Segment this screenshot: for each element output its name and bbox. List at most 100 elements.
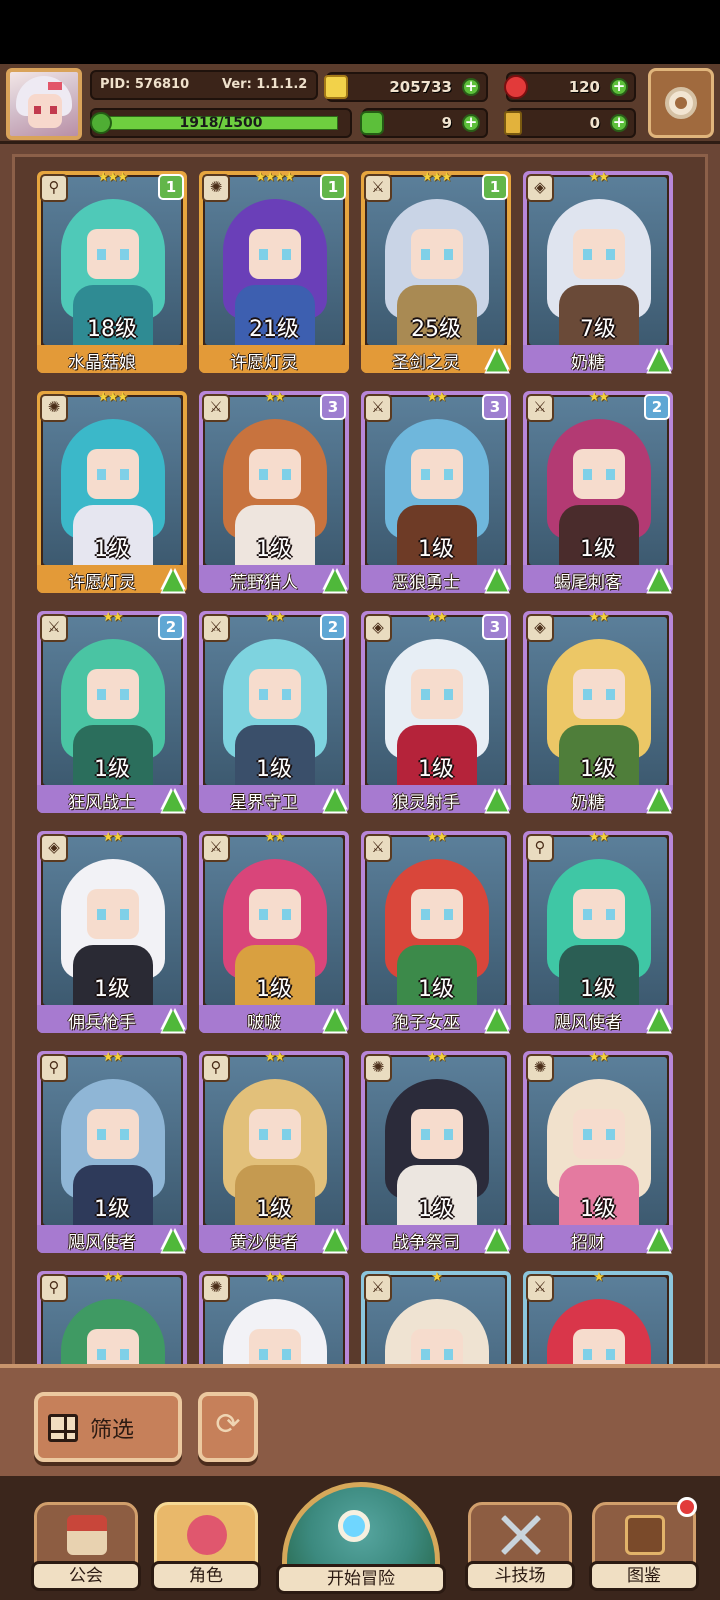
hero-name: 星界守卫	[230, 793, 298, 813]
add-gold-button[interactable]: +	[462, 78, 480, 96]
star-rating: ★	[593, 1270, 605, 1285]
hero-card[interactable]: ✺ ★★ 1级 战争祭司 ▲	[361, 1050, 511, 1253]
hero-name: 招财	[571, 1233, 605, 1253]
status-bar	[0, 0, 720, 64]
hero-card[interactable]: ⚔ ★★★ 1 25级 圣剑之灵 ▲	[361, 170, 511, 375]
upgrade-arrow-icon: ▲	[648, 562, 670, 595]
upgrade-arrow-icon: ▲	[648, 342, 670, 375]
player-id: PID: 576810	[100, 77, 190, 92]
clover-counter: 9 +	[360, 108, 488, 138]
hero-card[interactable]: ⚲ ★★ 1级 飓风使者 ▲	[523, 830, 673, 1033]
hero-card[interactable]: ⚔ ★★ 1级 啵啵 ▲	[199, 830, 349, 1035]
filter-bar: 筛选 ⟳	[0, 1364, 720, 1476]
hero-card[interactable]: ⚔ ★★ 2 1级 星界守卫 ▲	[199, 610, 349, 813]
nav-codex[interactable]: 图鉴	[589, 1497, 699, 1591]
upgrade-arrow-icon: ▲	[648, 1222, 670, 1255]
hero-card[interactable]: ⚔ ★★ 2 1级 狂风战士 ▲	[37, 610, 187, 815]
hero-card[interactable]: ◈ ★★ 1级 奶糖 ▲	[523, 610, 673, 815]
hero-name: 圣剑之灵	[392, 353, 460, 373]
hero-card[interactable]: ◈ ★★ 1级 佣兵枪手 ▲	[37, 830, 187, 1033]
add-key-button[interactable]: +	[610, 114, 628, 132]
settings-button[interactable]	[648, 68, 714, 138]
hero-level: 1级	[418, 757, 454, 782]
star-rating: ★★	[102, 1050, 123, 1065]
hero-level: 21级	[249, 317, 299, 342]
hero-card[interactable]: ⚲ ★★★ 1 18级 水晶菇娘	[37, 170, 187, 373]
hero-name: 蝎尾刺客	[554, 573, 622, 593]
game-version: Ver: 1.1.1.2	[222, 77, 308, 92]
hero-card[interactable]: ⚔ ★★ 3 1级 恶狼勇士 ▲	[361, 390, 511, 593]
hero-card[interactable]: ⚲ ★★	[37, 1270, 187, 1374]
refresh-button[interactable]: ⟳	[198, 1392, 258, 1462]
hero-grid-scroll[interactable]: ⚲ ★★★ 1 18级 水晶菇娘 ✺ ★★★★ 1 21级 许愿灯灵 ⚔ ★★★ 1 25级 圣剑之灵 ▲ ◈ ★…	[12, 154, 708, 1374]
rank-badge: 2	[158, 614, 184, 640]
hero-name: 飓风使者	[68, 1233, 136, 1253]
refresh-icon: ⟳	[215, 1407, 241, 1442]
hero-name: 恶狼勇士	[392, 573, 460, 593]
hero-level: 1级	[418, 1197, 454, 1222]
hero-card[interactable]: ⚲ ★★ 1级 黄沙使者 ▲	[199, 1050, 349, 1253]
hero-card[interactable]: ⚔ ★★ 3 1级 荒野猎人 ▲	[199, 390, 349, 593]
hero-level: 1级	[94, 1197, 130, 1222]
hero-card[interactable]: ✺ ★★	[199, 1270, 349, 1374]
add-clover-button[interactable]: +	[462, 114, 480, 132]
hero-card[interactable]: ⚲ ★★ 1级 飓风使者 ▲	[37, 1050, 187, 1255]
upgrade-arrow-icon: ▲	[324, 1002, 346, 1035]
hero-level: 1级	[94, 537, 130, 562]
nav-start-adventure[interactable]: 开始冒险	[276, 1476, 446, 1600]
hero-name: 奶糖	[571, 353, 605, 373]
nav-character-label: 角色	[151, 1561, 261, 1591]
hero-card[interactable]: ✺ ★★★ 1级 许愿灯灵 ▲	[37, 390, 187, 593]
player-avatar[interactable]	[6, 68, 82, 140]
nav-adventure-label: 开始冒险	[276, 1564, 446, 1594]
ruby-icon	[504, 75, 528, 99]
hero-name-bar: 许愿灯灵	[199, 345, 349, 373]
grid-icon	[48, 1414, 78, 1442]
upgrade-arrow-icon: ▲	[486, 342, 508, 375]
hero-level: 1级	[256, 537, 292, 562]
filter-button[interactable]: 筛选	[34, 1392, 182, 1462]
gold-counter: 205733 +	[324, 72, 488, 102]
hero-name-bar: 水晶菇娘	[37, 345, 187, 373]
upgrade-arrow-icon: ▲	[162, 1222, 184, 1255]
hero-name: 狂风战士	[68, 793, 136, 813]
star-rating: ★★	[426, 830, 447, 845]
hero-level: 1级	[256, 977, 292, 1002]
hero-level: 1级	[580, 757, 616, 782]
hero-card[interactable]: ⚔ ★	[523, 1270, 673, 1374]
top-header: PID: 576810 Ver: 1.1.1.2 1918/1500 20573…	[0, 64, 720, 144]
hero-card[interactable]: ✺ ★★ 1级 招财 ▲	[523, 1050, 673, 1255]
hero-card[interactable]: ◈ ★★ 7级 奶糖 ▲	[523, 170, 673, 375]
nav-guild[interactable]: 公会	[31, 1502, 141, 1591]
add-ruby-button[interactable]: +	[610, 78, 628, 96]
experience-text: 1918/1500	[179, 115, 263, 131]
guild-building-icon	[67, 1515, 107, 1555]
star-rating: ★★	[426, 1050, 447, 1065]
key-counter: 0 +	[504, 108, 636, 138]
bottom-navigation: 公会 角色 开始冒险 斗技场 图鉴	[0, 1476, 720, 1600]
hero-card[interactable]: ⚔ ★	[361, 1270, 511, 1374]
hero-name: 狼灵射手	[392, 793, 460, 813]
hero-card[interactable]: ✺ ★★★★ 1 21级 许愿灯灵	[199, 170, 349, 373]
crossed-swords-icon	[501, 1515, 541, 1555]
star-rating: ★★	[264, 830, 285, 845]
nav-codex-label: 图鉴	[589, 1561, 699, 1591]
hero-card[interactable]: ⚔ ★★ 1级 孢子女巫 ▲	[361, 830, 511, 1033]
hero-level: 1级	[256, 1197, 292, 1222]
rank-badge: 1	[320, 174, 346, 200]
hero-card[interactable]: ⚔ ★★ 2 1级 蝎尾刺客 ▲	[523, 390, 673, 595]
hero-name: 许愿灯灵	[68, 573, 136, 593]
star-rating: ★★	[588, 610, 609, 625]
key-icon	[504, 111, 522, 135]
hero-name: 奶糖	[571, 793, 605, 813]
hero-level: 18级	[87, 317, 137, 342]
nav-character[interactable]: 角色	[151, 1502, 261, 1591]
upgrade-arrow-icon: ▲	[162, 782, 184, 815]
hero-card[interactable]: ◈ ★★ 3 1级 狼灵射手 ▲	[361, 610, 511, 815]
experience-bar: 1918/1500	[90, 108, 352, 138]
upgrade-arrow-icon: ▲	[486, 782, 508, 815]
rank-badge: 1	[158, 174, 184, 200]
nav-arena[interactable]: 斗技场	[465, 1502, 575, 1591]
upgrade-arrow-icon: ▲	[648, 782, 670, 815]
hero-level: 1级	[580, 1197, 616, 1222]
